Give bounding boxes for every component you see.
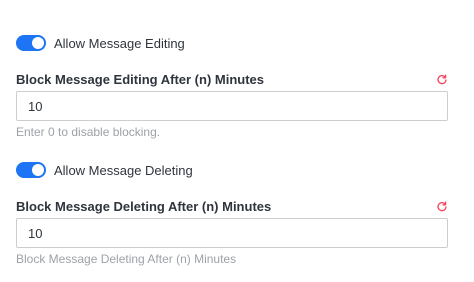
reset-icon[interactable] [436,74,448,86]
toggle-knob [32,37,44,49]
block-editing-label: Block Message Editing After (n) Minutes [16,72,264,87]
block-deleting-label: Block Message Deleting After (n) Minutes [16,199,272,214]
block-deleting-minutes-input[interactable] [16,218,448,248]
block-deleting-hint: Block Message Deleting After (n) Minutes [16,252,237,266]
block-editing-hint: Enter 0 to disable blocking. [16,125,161,139]
allow-editing-row: Allow Message Editing [16,34,185,52]
allow-deleting-row: Allow Message Deleting [16,161,193,179]
allow-deleting-label: Allow Message Deleting [54,162,193,178]
toggle-knob [32,164,44,176]
allow-deleting-toggle[interactable] [16,162,46,178]
reset-icon[interactable] [436,201,448,213]
allow-editing-toggle[interactable] [16,35,46,51]
message-settings-panel: Allow Message Editing Block Message Edit… [0,0,474,282]
block-editing-minutes-input[interactable] [16,91,448,121]
allow-editing-label: Allow Message Editing [54,35,185,51]
